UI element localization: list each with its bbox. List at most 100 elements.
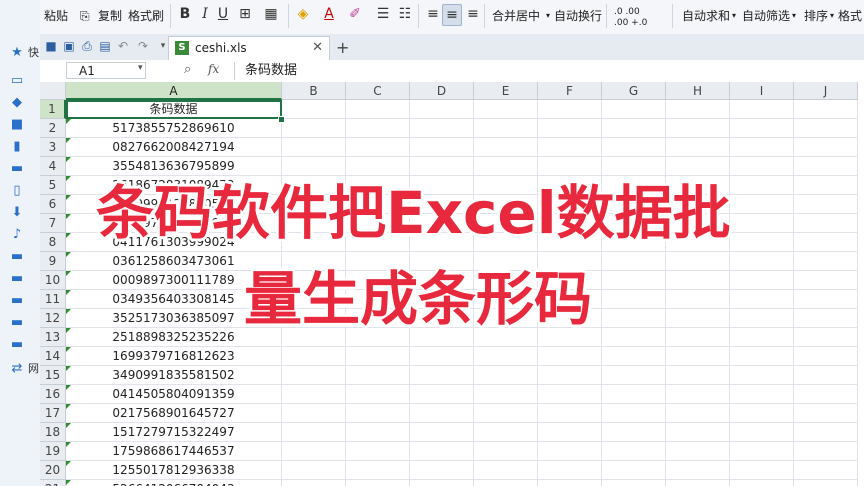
picture-icon[interactable]: ▬ bbox=[10, 162, 24, 176]
empty-cell[interactable] bbox=[602, 176, 666, 195]
column-header-d[interactable]: D bbox=[410, 82, 474, 100]
empty-cell[interactable] bbox=[282, 442, 346, 461]
empty-cell[interactable] bbox=[794, 385, 858, 404]
empty-cell[interactable] bbox=[282, 328, 346, 347]
empty-cell[interactable] bbox=[410, 119, 474, 138]
empty-cell[interactable] bbox=[410, 138, 474, 157]
empty-cell[interactable] bbox=[410, 195, 474, 214]
empty-cell[interactable] bbox=[346, 252, 410, 271]
paste-button[interactable]: 粘贴 bbox=[44, 6, 68, 26]
borders-icon[interactable]: ⊞ bbox=[236, 4, 254, 24]
empty-cell[interactable] bbox=[474, 385, 538, 404]
autofilter-dropdown-icon[interactable]: ▾ bbox=[792, 6, 796, 26]
row-header[interactable]: 8 bbox=[40, 233, 66, 252]
barcode-cell[interactable]: 1699379716812623 bbox=[66, 347, 282, 366]
empty-cell[interactable] bbox=[282, 366, 346, 385]
empty-cell[interactable] bbox=[410, 366, 474, 385]
empty-cell[interactable] bbox=[410, 214, 474, 233]
barcode-cell[interactable]: 3490991835581502 bbox=[66, 366, 282, 385]
empty-cell[interactable] bbox=[794, 309, 858, 328]
empty-cell[interactable] bbox=[666, 233, 730, 252]
empty-cell[interactable] bbox=[730, 157, 794, 176]
empty-cell[interactable] bbox=[346, 404, 410, 423]
empty-cell[interactable] bbox=[346, 461, 410, 480]
empty-cell[interactable] bbox=[538, 157, 602, 176]
empty-cell[interactable] bbox=[666, 366, 730, 385]
empty-cell[interactable] bbox=[474, 138, 538, 157]
empty-cell[interactable] bbox=[474, 328, 538, 347]
empty-cell[interactable] bbox=[730, 119, 794, 138]
empty-cell[interactable] bbox=[346, 480, 410, 486]
align-center-icon[interactable]: ≡ bbox=[442, 4, 462, 26]
empty-cell[interactable] bbox=[730, 309, 794, 328]
empty-cell[interactable] bbox=[794, 119, 858, 138]
empty-cell[interactable] bbox=[538, 385, 602, 404]
empty-cell[interactable] bbox=[282, 214, 346, 233]
barcode-cell[interactable]: 5266412066704043 bbox=[66, 480, 282, 486]
empty-cell[interactable] bbox=[538, 442, 602, 461]
empty-cell[interactable] bbox=[282, 195, 346, 214]
empty-cell[interactable] bbox=[282, 271, 346, 290]
drive-g-icon[interactable]: ▬ bbox=[10, 338, 24, 352]
empty-cell[interactable] bbox=[346, 138, 410, 157]
column-header-f[interactable]: F bbox=[538, 82, 602, 100]
empty-cell[interactable] bbox=[666, 176, 730, 195]
row-header[interactable]: 18 bbox=[40, 423, 66, 442]
desktop-icon[interactable]: ■ bbox=[10, 118, 24, 132]
empty-cell[interactable] bbox=[666, 423, 730, 442]
empty-cell[interactable] bbox=[474, 480, 538, 486]
empty-cell[interactable] bbox=[538, 233, 602, 252]
empty-cell[interactable] bbox=[666, 119, 730, 138]
row-header[interactable]: 15 bbox=[40, 366, 66, 385]
save-as-icon[interactable]: ▣ bbox=[62, 39, 76, 53]
preview-icon[interactable]: ▤ bbox=[98, 39, 112, 53]
empty-cell[interactable] bbox=[410, 442, 474, 461]
row-header[interactable]: 2 bbox=[40, 119, 66, 138]
empty-cell[interactable] bbox=[410, 233, 474, 252]
empty-cell[interactable] bbox=[282, 309, 346, 328]
autosum-button[interactable]: 自动求和 bbox=[682, 6, 730, 26]
empty-cell[interactable] bbox=[474, 233, 538, 252]
row-header[interactable]: 10 bbox=[40, 271, 66, 290]
empty-cell[interactable] bbox=[410, 100, 474, 119]
empty-cell[interactable] bbox=[794, 271, 858, 290]
empty-cell[interactable] bbox=[282, 461, 346, 480]
empty-cell[interactable] bbox=[538, 309, 602, 328]
barcode-cell[interactable]: 1928979161032969 bbox=[66, 214, 282, 233]
empty-cell[interactable] bbox=[410, 347, 474, 366]
copy-icon[interactable]: ⎘ bbox=[80, 6, 90, 26]
empty-cell[interactable] bbox=[794, 233, 858, 252]
barcode-cell[interactable]: 3554813636795899 bbox=[66, 157, 282, 176]
empty-cell[interactable] bbox=[730, 366, 794, 385]
redo-icon[interactable]: ↷ bbox=[136, 39, 150, 53]
autofilter-button[interactable]: 自动筛选 bbox=[742, 6, 790, 26]
empty-cell[interactable] bbox=[730, 176, 794, 195]
empty-cell[interactable] bbox=[474, 347, 538, 366]
empty-cell[interactable] bbox=[474, 100, 538, 119]
row-header[interactable]: 7 bbox=[40, 214, 66, 233]
row-header[interactable]: 19 bbox=[40, 442, 66, 461]
column-header-i[interactable]: I bbox=[730, 82, 794, 100]
music-icon[interactable]: ♪ bbox=[10, 228, 24, 242]
barcode-cell[interactable]: 0411761303999024 bbox=[66, 233, 282, 252]
spreadsheet-grid[interactable]: ABCDEFGHIJ 1 条码数据 2 5173855752869610 3 082766… bbox=[40, 82, 864, 486]
empty-cell[interactable] bbox=[602, 309, 666, 328]
empty-cell[interactable] bbox=[410, 480, 474, 486]
empty-cell[interactable] bbox=[410, 385, 474, 404]
row-header[interactable]: 16 bbox=[40, 385, 66, 404]
empty-cell[interactable] bbox=[794, 328, 858, 347]
formula-input[interactable]: 条码数据 bbox=[234, 62, 864, 80]
barcode-cell[interactable]: 0827662008427194 bbox=[66, 138, 282, 157]
row-header[interactable]: 9 bbox=[40, 252, 66, 271]
underline-button[interactable]: U bbox=[214, 4, 232, 24]
empty-cell[interactable] bbox=[602, 442, 666, 461]
barcode-cell[interactable]: 0349356403308145 bbox=[66, 290, 282, 309]
empty-cell[interactable] bbox=[666, 328, 730, 347]
empty-cell[interactable] bbox=[474, 461, 538, 480]
empty-cell[interactable] bbox=[730, 328, 794, 347]
barcode-cell[interactable]: 5249997135840582 bbox=[66, 195, 282, 214]
insert-function-button[interactable]: fx bbox=[208, 62, 219, 76]
row-header[interactable]: 6 bbox=[40, 195, 66, 214]
decrease-decimal-button[interactable]: .00 +.0 bbox=[614, 13, 647, 33]
empty-cell[interactable] bbox=[282, 157, 346, 176]
